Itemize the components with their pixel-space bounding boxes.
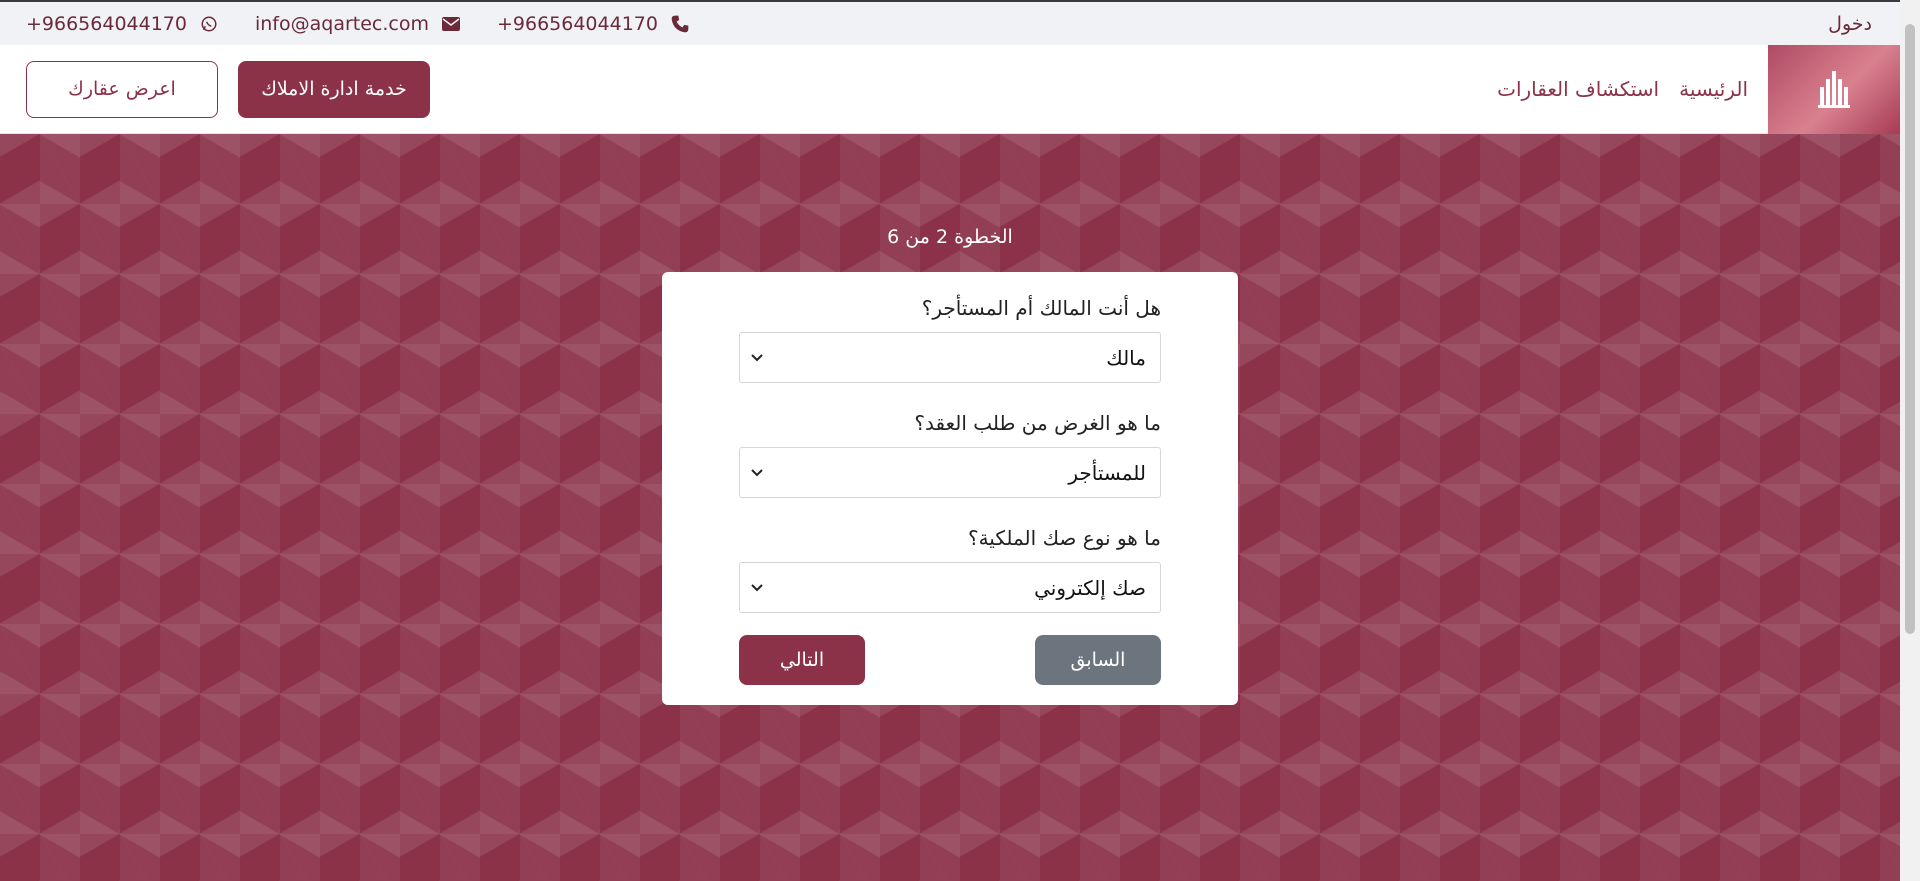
nav-link-explore[interactable]: استكشاف العقارات [1497, 77, 1659, 101]
wizard-card: هل أنت المالك أم المستأجر؟ مالك ما هو ال… [662, 272, 1238, 705]
offer-property-button[interactable]: اعرض عقارك [26, 60, 218, 118]
question-label-role: هل أنت المالك أم المستأجر؟ [921, 296, 1161, 320]
email-address: info@aqartec.com [254, 12, 429, 35]
email-contact[interactable]: info@aqartec.com [255, 13, 461, 35]
building-logo-icon [1818, 71, 1850, 108]
page-scrollbar[interactable] [1900, 0, 1920, 881]
site-logo[interactable] [1768, 44, 1900, 134]
login-link[interactable]: دخول [1828, 13, 1872, 35]
main-navbar: اعرض عقارك خدمة ادارة الاملاك الرئيسية ا… [0, 44, 1900, 134]
next-button[interactable]: التالي [739, 635, 865, 685]
envelope-icon [441, 14, 461, 34]
role-select-value: مالك [1106, 345, 1146, 370]
purpose-select-value: للمستأجر [1068, 460, 1146, 485]
contact-list: +966564044170 info@aqartec.com +96656404… [26, 13, 690, 35]
phone-contact[interactable]: +966564044170 [497, 13, 690, 35]
previous-button[interactable]: السابق [1035, 635, 1161, 685]
chevron-down-icon [750, 581, 764, 595]
whatsapp-icon [199, 14, 219, 34]
nav-links: الرئيسية استكشاف العقارات [1497, 77, 1748, 101]
nav-link-home[interactable]: الرئيسية [1679, 77, 1748, 101]
phone-icon [670, 14, 690, 34]
chevron-down-icon [750, 351, 764, 365]
deed-type-select[interactable]: صك إلكتروني [739, 562, 1161, 613]
chevron-down-icon [750, 466, 764, 480]
scrollbar-thumb[interactable] [1905, 24, 1915, 634]
phone-number: +966564044170 [496, 12, 658, 35]
wizard-actions: السابق التالي [739, 635, 1161, 685]
deed-type-select-value: صك إلكتروني [1034, 575, 1146, 600]
hero-section: الخطوة 2 من 6 هل أنت المالك أم المستأجر؟… [0, 134, 1900, 881]
role-select[interactable]: مالك [739, 332, 1161, 383]
question-label-purpose: ما هو الغرض من طلب العقد؟ [914, 411, 1161, 435]
whatsapp-number: +966564044170 [26, 12, 187, 35]
step-indicator: الخطوة 2 من 6 [887, 226, 1013, 248]
whatsapp-contact[interactable]: +966564044170 [26, 13, 219, 35]
purpose-select[interactable]: للمستأجر [739, 447, 1161, 498]
top-info-bar: +966564044170 info@aqartec.com +96656404… [0, 0, 1900, 45]
nav-buttons: اعرض عقارك خدمة ادارة الاملاك [26, 60, 430, 118]
question-label-deed-type: ما هو نوع صك الملكية؟ [967, 526, 1161, 550]
property-management-button[interactable]: خدمة ادارة الاملاك [238, 60, 430, 118]
